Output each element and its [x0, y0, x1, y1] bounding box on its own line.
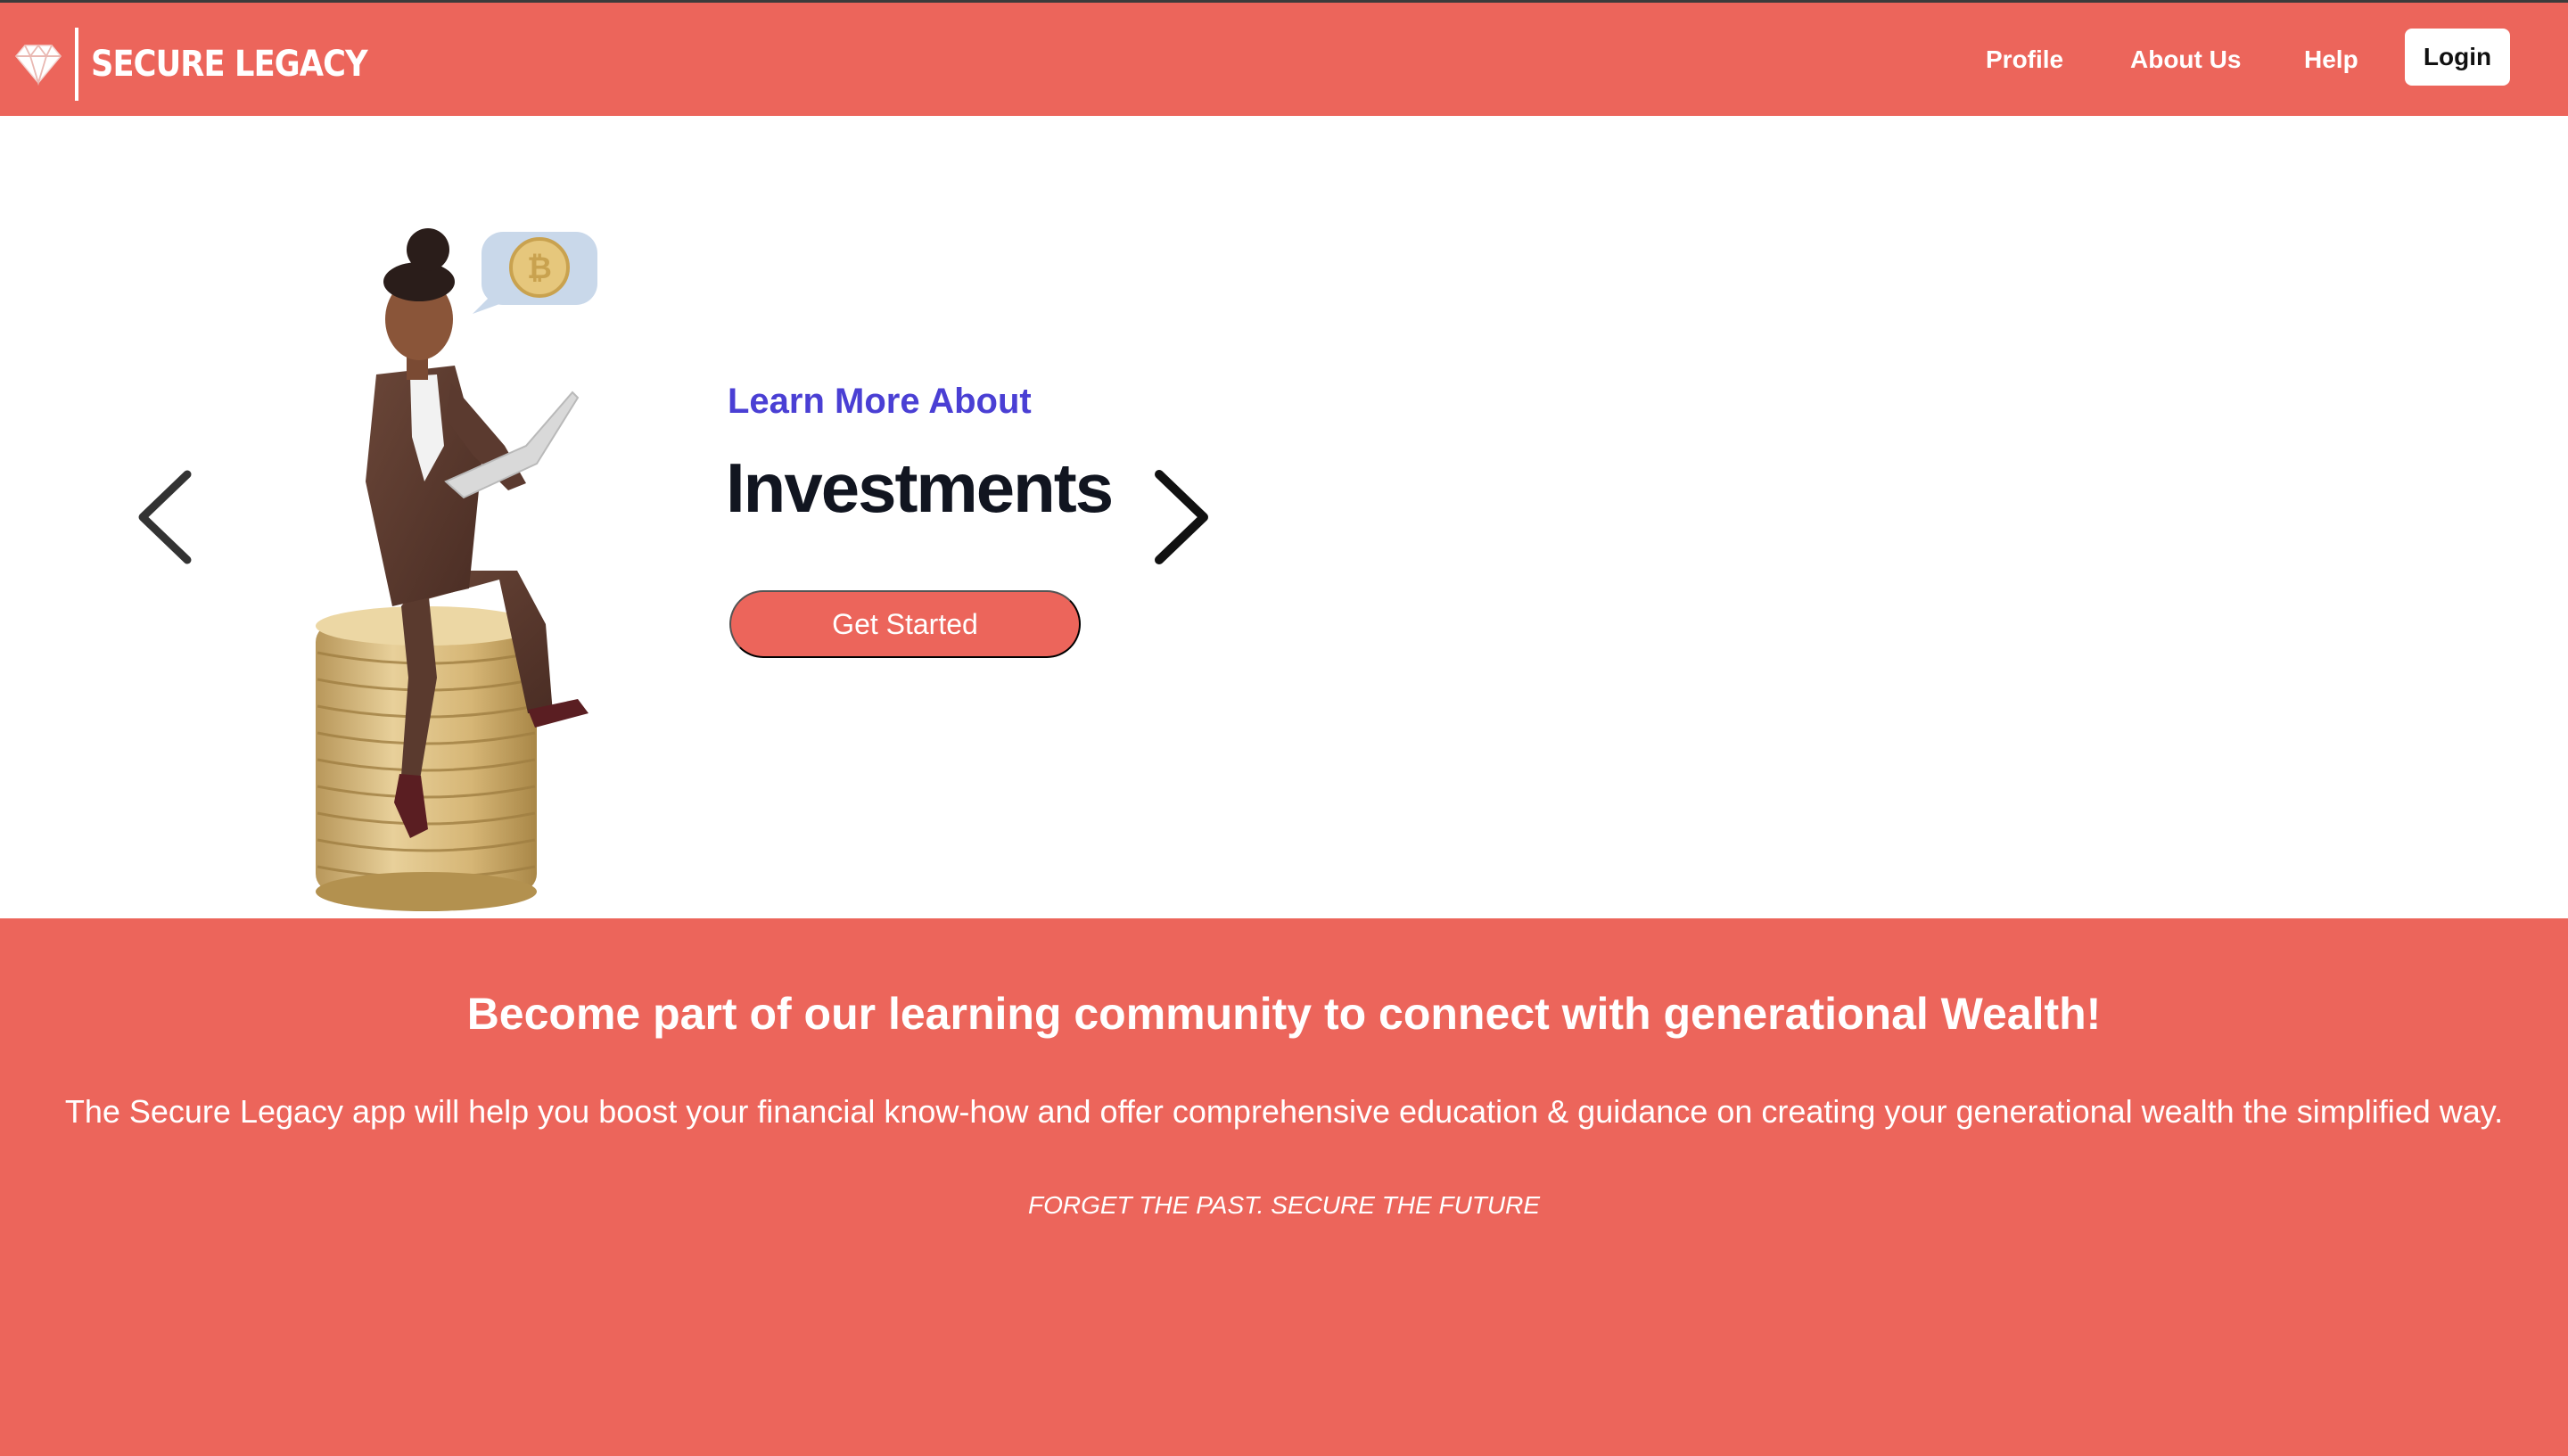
nav-link-about-us[interactable]: About Us: [2130, 45, 2241, 74]
tagline: FORGET THE PAST. SECURE THE FUTURE: [1027, 1191, 1541, 1219]
hero-kicker: Learn More About: [728, 382, 1032, 421]
nav-link-help[interactable]: Help: [2304, 45, 2358, 74]
get-started-button[interactable]: Get Started: [729, 590, 1081, 658]
chevron-right-icon[interactable]: [1143, 464, 1214, 571]
community-section: Become part of our learning community to…: [0, 918, 2568, 1456]
diamond-icon: [15, 44, 62, 86]
community-description: The Secure Legacy app will help you boos…: [64, 1093, 2504, 1130]
login-button[interactable]: Login: [2405, 29, 2510, 86]
chevron-left-icon[interactable]: [132, 464, 203, 571]
bitcoin-speech-bubble: ₿: [473, 232, 597, 314]
brand-name: SECURE LEGACY: [91, 44, 368, 85]
nav-link-profile[interactable]: Profile: [1986, 45, 2063, 74]
woman-on-coin-stack-illustration: ₿: [316, 228, 597, 911]
logo-divider: [75, 28, 78, 101]
community-heading: Become part of our learning community to…: [466, 989, 2102, 1039]
hero-title: Investments: [726, 448, 1114, 527]
navbar: SECURE LEGACY Profile About Us Help Logi…: [0, 3, 2568, 116]
svg-text:₿: ₿: [527, 251, 552, 286]
hero-carousel: ₿ Learn More About Investments Get Start…: [0, 116, 2568, 918]
brand-logo[interactable]: SECURE LEGACY: [11, 26, 405, 103]
